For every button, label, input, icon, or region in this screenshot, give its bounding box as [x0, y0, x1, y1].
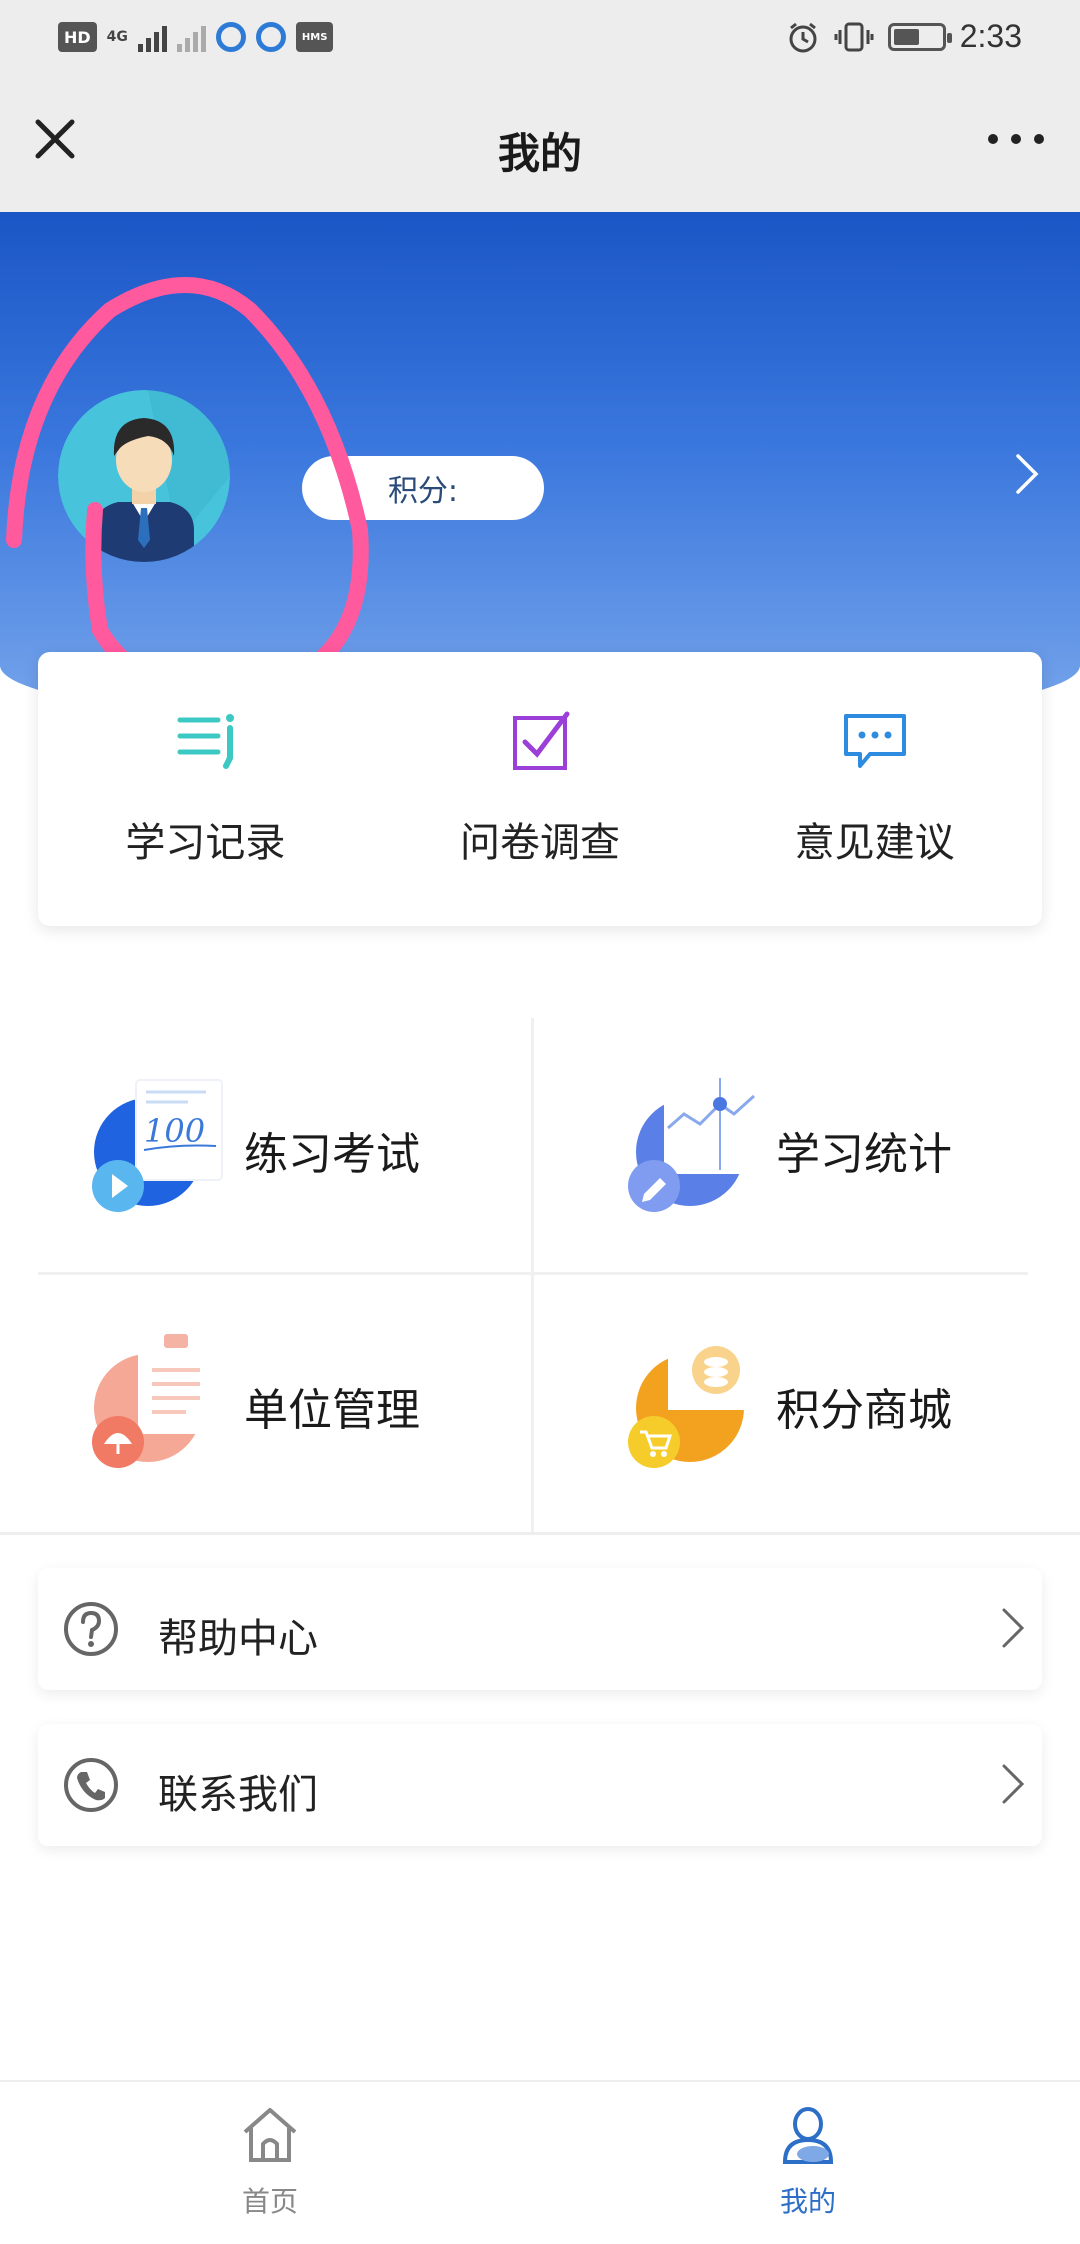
chevron-right-icon [1002, 1764, 1025, 1804]
quick-item-label: 学习记录 [125, 820, 286, 866]
help-icon [64, 1602, 118, 1656]
signal-secondary-icon [176, 22, 206, 52]
points-badge[interactable]: 积分: [302, 456, 544, 520]
grid-divider [0, 1532, 1080, 1535]
user-avatar-icon [58, 390, 230, 562]
list-item-label: 联系我们 [158, 1772, 318, 1818]
bottom-tab-bar: 首页 我的 [0, 2080, 1080, 2244]
page-title: 我的 [497, 129, 582, 178]
app-notification-icon [215, 22, 246, 52]
tab-home[interactable]: 首页 [170, 2100, 370, 2230]
list-item-label: 帮助中心 [158, 1616, 318, 1662]
status-left: HD 4G HMS [58, 22, 334, 52]
grid-item-unit-management[interactable]: 单位管理 [0, 1274, 532, 1528]
quick-item-survey[interactable]: 问卷调查 [373, 652, 708, 926]
grid-item-practice-exam[interactable]: 100 练习考试 [0, 1018, 532, 1272]
study-stats-icon [628, 1078, 756, 1212]
grid-item-label: 练习考试 [244, 1129, 420, 1180]
sim-label: 4G [106, 29, 128, 45]
study-record-icon [177, 714, 235, 769]
list-item-contact-us[interactable]: 联系我们 [38, 1724, 1042, 1846]
grid-item-label: 单位管理 [244, 1385, 420, 1436]
quick-item-label: 意见建议 [794, 820, 955, 866]
home-icon [243, 2108, 297, 2162]
score-text: 100 [144, 1112, 205, 1150]
feedback-chat-icon [843, 714, 906, 768]
unit-management-icon [92, 1334, 214, 1468]
quick-actions-card: 学习记录 问卷调查 意见建议 [38, 652, 1042, 926]
avatar[interactable] [58, 390, 230, 562]
grid-item-label: 积分商城 [776, 1385, 952, 1436]
profile-icon [782, 2107, 834, 2164]
quick-item-study-record[interactable]: 学习记录 [38, 652, 373, 926]
alarm-icon [789, 22, 817, 52]
list-item-help-center[interactable]: 帮助中心 [38, 1568, 1042, 1690]
feature-grid: 100 练习考试 学习统计 单位管理 积分商城 [0, 1018, 1080, 1532]
grid-item-points-mall[interactable]: 积分商城 [532, 1274, 1064, 1528]
clock: 2:33 [959, 18, 1022, 54]
quick-item-feedback[interactable]: 意见建议 [707, 652, 1042, 926]
status-bar: HD 4G HMS 2:33 [0, 0, 1080, 82]
tab-label: 我的 [779, 2185, 836, 2218]
more-menu-icon[interactable] [988, 124, 1044, 154]
practice-exam-icon: 100 [92, 1079, 223, 1212]
grid-item-study-stats[interactable]: 学习统计 [532, 1018, 1064, 1272]
chevron-right-icon [1002, 1608, 1025, 1648]
app-notification-icon [255, 22, 286, 52]
hd-indicator: HD [58, 22, 97, 52]
signal-icon [137, 22, 167, 52]
vibrate-icon [834, 22, 874, 51]
quick-item-label: 问卷调查 [460, 820, 620, 866]
points-label: 积分: [387, 474, 459, 509]
status-right: 2:33 [786, 18, 1022, 55]
points-mall-icon [628, 1334, 764, 1468]
chevron-right-icon[interactable] [1012, 452, 1042, 496]
survey-check-icon [513, 711, 570, 770]
hms-icon: HMS [295, 22, 334, 52]
phone-icon [64, 1758, 118, 1812]
tab-label: 首页 [241, 2185, 298, 2218]
grid-item-label: 学习统计 [776, 1129, 952, 1180]
tab-profile[interactable]: 我的 [708, 2100, 908, 2230]
nav-bar: 我的 [0, 82, 1080, 212]
battery-level [893, 28, 919, 45]
battery-icon [887, 22, 952, 51]
